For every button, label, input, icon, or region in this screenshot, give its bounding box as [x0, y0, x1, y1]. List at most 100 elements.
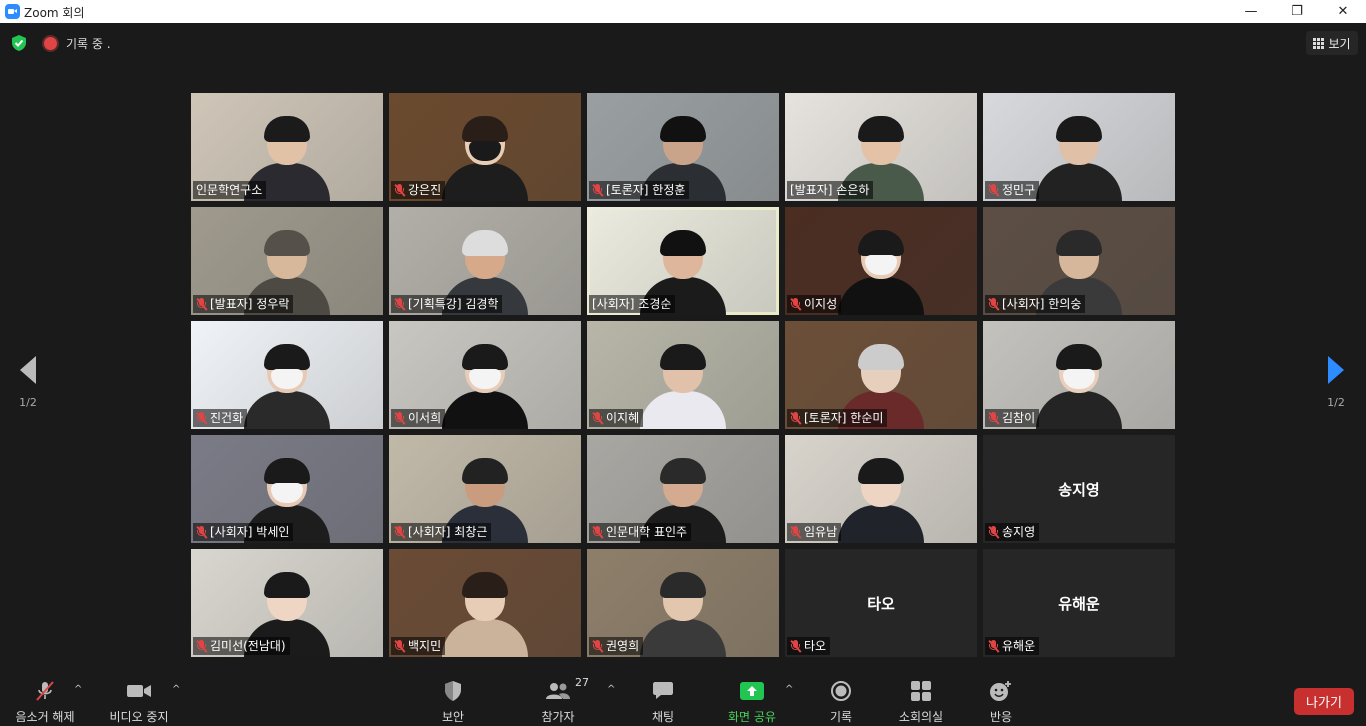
participant-name-tag: 백지민: [391, 637, 446, 655]
participant-name: 이서희: [408, 411, 442, 425]
participant-tile[interactable]: [사회자] 박세인: [191, 435, 383, 543]
microphone-muted-icon: [592, 525, 604, 539]
participant-tile[interactable]: 인문학연구소: [191, 93, 383, 201]
security-label: 보안: [441, 710, 465, 724]
arrow-right-icon: [1328, 356, 1344, 384]
audio-options-caret[interactable]: ^: [74, 684, 82, 695]
leave-button[interactable]: 나가기: [1294, 688, 1354, 715]
participant-tile[interactable]: 이서희: [389, 321, 581, 429]
participant-video: [442, 116, 528, 201]
participant-tile[interactable]: 권영희: [587, 549, 779, 657]
participant-tile[interactable]: 임유남: [785, 435, 977, 543]
participant-name-tag: 송지영: [985, 523, 1040, 541]
minimize-button[interactable]: —: [1228, 0, 1274, 23]
participant-tile[interactable]: [기획특강] 김경학: [389, 207, 581, 315]
security-button[interactable]: 보안: [428, 666, 478, 726]
view-button[interactable]: 보기: [1306, 31, 1358, 55]
participant-name: 유해운: [1002, 639, 1036, 653]
recording-indicator-icon: [44, 37, 57, 50]
chat-bubble-icon: [653, 682, 673, 699]
participant-name: [사회자] 조경순: [592, 297, 672, 311]
share-screen-button[interactable]: 화면 공유: [722, 666, 782, 726]
participant-tile[interactable]: 김미선(전남대): [191, 549, 383, 657]
participants-label: 참가자: [541, 710, 575, 724]
participant-tile[interactable]: 정민구: [983, 93, 1175, 201]
record-button[interactable]: 기록: [820, 666, 862, 726]
participant-tile[interactable]: 인문대학 표인주: [587, 435, 779, 543]
participant-tile[interactable]: [발표자] 정우락: [191, 207, 383, 315]
participant-video: [1036, 116, 1122, 201]
breakout-rooms-icon: [911, 681, 931, 701]
microphone-muted-icon: [592, 183, 604, 197]
reactions-button[interactable]: 반응: [982, 666, 1020, 726]
participant-video: [442, 572, 528, 657]
participant-tile[interactable]: 이지혜: [587, 321, 779, 429]
breakout-rooms-button[interactable]: 소회의실: [892, 666, 950, 726]
participants-icon: [546, 683, 570, 699]
participant-name-tag: [기획특강] 김경학: [391, 295, 503, 313]
microphone-muted-icon: [394, 297, 406, 311]
participant-tile[interactable]: [토론자] 한순미: [785, 321, 977, 429]
participant-tile[interactable]: 유해운 유해운: [983, 549, 1175, 657]
video-options-caret[interactable]: ^: [172, 684, 180, 695]
next-page-button[interactable]: 1/2: [1316, 356, 1356, 409]
participant-tile[interactable]: 강은진: [389, 93, 581, 201]
participant-tile[interactable]: 타오 타오: [785, 549, 977, 657]
participant-display-name: 유해운: [1058, 595, 1100, 613]
security-shield-icon: [445, 681, 461, 701]
participant-tile[interactable]: [발표자] 손은하: [785, 93, 977, 201]
participant-name: 강은진: [408, 183, 442, 197]
encryption-shield-icon[interactable]: [10, 34, 28, 52]
participants-options-caret[interactable]: ^: [607, 684, 615, 695]
participant-name-tag: 인문학연구소: [193, 181, 267, 199]
participant-name: [사회자] 박세인: [210, 525, 290, 539]
participant-tile[interactable]: 진건화: [191, 321, 383, 429]
participant-tile[interactable]: [사회자] 한의숭: [983, 207, 1175, 315]
chat-button[interactable]: 채팅: [640, 666, 686, 726]
participant-tile[interactable]: [토론자] 한정훈: [587, 93, 779, 201]
microphone-muted-icon: [196, 411, 208, 425]
meeting-toolbar: 음소거 해제 ^ 비디오 중지 ^ 보안 27 참가자 ^ 채팅 화면 공유 ^…: [0, 666, 1366, 726]
participant-name: [발표자] 정우락: [210, 297, 290, 311]
participant-video: [838, 458, 924, 543]
zoom-app-icon: [5, 4, 20, 19]
participant-name: [토론자] 한정훈: [606, 183, 686, 197]
participant-name-tag: [사회자] 최창근: [391, 523, 492, 541]
participant-tile[interactable]: [사회자] 최창근: [389, 435, 581, 543]
close-button[interactable]: ✕: [1320, 0, 1366, 23]
participants-button[interactable]: 27 참가자: [530, 666, 589, 726]
participant-name: [토론자] 한순미: [804, 411, 884, 425]
participant-name: 이지혜: [606, 411, 640, 425]
participant-tile[interactable]: [사회자] 조경순: [587, 207, 779, 315]
microphone-muted-icon: [790, 639, 802, 653]
participant-name: [사회자] 한의숭: [1002, 297, 1082, 311]
share-options-caret[interactable]: ^: [785, 684, 793, 695]
participant-name: 인문학연구소: [196, 183, 263, 197]
participant-display-name: 송지영: [1058, 481, 1100, 499]
grid-view-icon: [1313, 37, 1325, 49]
record-icon: [831, 681, 851, 701]
page-indicator-right: 1/2: [1327, 396, 1345, 409]
participant-video: [838, 230, 924, 315]
participant-tile[interactable]: 김참이: [983, 321, 1175, 429]
video-camera-icon: [127, 685, 151, 697]
participant-name: [사회자] 최창근: [408, 525, 488, 539]
participant-name: 백지민: [408, 639, 442, 653]
participant-tile[interactable]: 백지민: [389, 549, 581, 657]
share-screen-label: 화면 공유: [728, 710, 776, 724]
participant-tile[interactable]: 송지영 송지영: [983, 435, 1175, 543]
maximize-button[interactable]: ❐: [1274, 0, 1320, 23]
microphone-muted-icon: [196, 297, 208, 311]
recording-status[interactable]: 기록 중 .: [66, 35, 111, 52]
stop-video-label: 비디오 중지: [109, 710, 169, 724]
participant-tile[interactable]: 이지성: [785, 207, 977, 315]
share-screen-icon: [740, 682, 764, 700]
participant-name: 이지성: [804, 297, 838, 311]
stop-video-button[interactable]: 비디오 중지: [104, 666, 174, 726]
microphone-muted-icon: [394, 411, 406, 425]
participant-video: [1036, 344, 1122, 429]
participant-name-tag: 김미선(전남대): [193, 637, 290, 655]
microphone-muted-icon: [790, 297, 802, 311]
previous-page-button[interactable]: 1/2: [8, 356, 48, 409]
unmute-button[interactable]: 음소거 해제: [10, 666, 80, 726]
